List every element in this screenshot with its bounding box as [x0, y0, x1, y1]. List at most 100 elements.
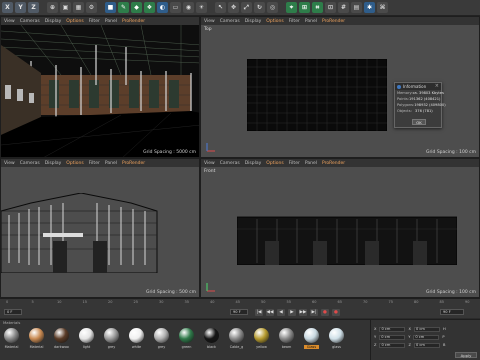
menu-view[interactable]: View	[204, 161, 215, 166]
menu-display[interactable]: Display	[45, 19, 62, 24]
play-button[interactable]: ▶	[288, 308, 296, 316]
start-frame-field[interactable]: 0 F	[4, 309, 22, 315]
grid-spacing-label: Grid Spacing : 500 cm	[145, 290, 196, 295]
perspective-viewport[interactable]: View Cameras Display Options Filter Pane…	[0, 16, 200, 158]
menu-display[interactable]: Display	[245, 19, 262, 24]
axis-z-toggle[interactable]: Z	[28, 2, 39, 13]
menu-cameras[interactable]: Cameras	[20, 161, 40, 166]
menu-filter[interactable]: Filter	[289, 161, 300, 166]
material-swatch[interactable]: beam	[279, 328, 294, 349]
render-settings-icon[interactable]: ⚙	[86, 2, 97, 13]
menu-view[interactable]: View	[4, 161, 15, 166]
current-frame-field[interactable]: 90 F	[440, 309, 464, 315]
size-x-field[interactable]: 0 cm	[413, 326, 440, 332]
close-icon[interactable]: ×	[435, 83, 439, 90]
menu-prorender[interactable]: ProRender	[322, 19, 345, 24]
menu-options[interactable]: Options	[266, 161, 283, 166]
menu-panel[interactable]: Panel	[305, 19, 317, 24]
camera-icon[interactable]: ◉	[183, 2, 194, 13]
axis-x-toggle[interactable]: X	[2, 2, 13, 13]
menu-prorender[interactable]: ProRender	[122, 19, 145, 24]
menu-cameras[interactable]: Cameras	[20, 19, 40, 24]
timeline-tick: 35	[184, 300, 189, 304]
menu-filter[interactable]: Filter	[289, 19, 300, 24]
light-icon[interactable]: ☀	[196, 2, 207, 13]
python-icon[interactable]: ⌘	[377, 2, 388, 13]
material-swatch[interactable]: grey	[104, 328, 119, 349]
move-icon[interactable]: ✥	[228, 2, 239, 13]
deformer-icon[interactable]: ◐	[157, 2, 168, 13]
autokey-button[interactable]: ●	[332, 308, 340, 316]
pen-icon[interactable]: ✎	[118, 2, 129, 13]
menu-filter[interactable]: Filter	[89, 19, 100, 24]
floor-icon[interactable]: ▭	[170, 2, 181, 13]
menu-options[interactable]: Options	[66, 161, 83, 166]
apply-button[interactable]: Apply	[455, 352, 477, 358]
position-x-field[interactable]: 0 cm	[379, 326, 406, 332]
select-icon[interactable]: ↖	[215, 2, 226, 13]
timeline-tick: 70	[363, 300, 368, 304]
menu-options[interactable]: Options	[66, 19, 83, 24]
rotate-icon[interactable]: ↻	[254, 2, 265, 13]
menu-view[interactable]: View	[4, 19, 15, 24]
timeline[interactable]: 0 5 10 15 20 25 30 35 40 45 50 55 60 65 70 75 80 85 90 0 F…	[0, 298, 480, 318]
position-z-field[interactable]: 0 cm	[379, 342, 406, 348]
right-viewport[interactable]: View Cameras Display Options Filter Pane…	[0, 158, 200, 298]
subdivide-icon[interactable]: ◆	[131, 2, 142, 13]
material-swatch[interactable]: grey	[154, 328, 169, 349]
material-swatch[interactable]: Cable_g	[229, 328, 244, 349]
timeline-ruler[interactable]: 0 5 10 15 20 25 30 35 40 45 50 55 60 65 70 75 80 85 90	[0, 299, 480, 307]
axis-y-toggle[interactable]: Y	[15, 2, 26, 13]
next-key-button[interactable]: ▶▶	[299, 308, 307, 316]
axis-gizmo-icon	[206, 143, 215, 152]
size-y-field[interactable]: 0 cm	[413, 334, 440, 340]
material-swatch[interactable]: yellow	[254, 328, 269, 349]
lock-icon[interactable]: ⊡	[325, 2, 336, 13]
previous-frame-button[interactable]: ◀	[277, 308, 285, 316]
script-icon[interactable]: ✱	[364, 2, 375, 13]
menu-cameras[interactable]: Cameras	[220, 19, 240, 24]
menu-prorender[interactable]: ProRender	[322, 161, 345, 166]
material-swatch[interactable]: black	[204, 328, 219, 349]
workplane-icon[interactable]: ⊞	[299, 2, 310, 13]
go-to-start-button[interactable]: |◀	[255, 308, 263, 316]
layout-icon[interactable]: ▤	[351, 2, 362, 13]
material-swatch[interactable]: Material	[29, 328, 44, 349]
material-swatch[interactable]: green	[179, 328, 194, 349]
render-picture-icon[interactable]: ▦	[73, 2, 84, 13]
menu-panel[interactable]: Panel	[305, 161, 317, 166]
position-y-field[interactable]: 0 cm	[379, 334, 406, 340]
material-swatch[interactable]: Material	[4, 328, 19, 349]
coordinate-system-icon[interactable]: ⊕	[47, 2, 58, 13]
array-icon[interactable]: ❖	[144, 2, 155, 13]
menu-display[interactable]: Display	[245, 161, 262, 166]
previous-key-button[interactable]: ◀◀	[266, 308, 274, 316]
live-select-icon[interactable]: ◎	[267, 2, 278, 13]
size-z-field[interactable]: 0 cm	[413, 342, 440, 348]
material-swatch[interactable]: white	[129, 328, 144, 349]
ok-button[interactable]: OK	[412, 119, 426, 125]
snap-icon[interactable]: ⌖	[286, 2, 297, 13]
menu-filter[interactable]: Filter	[89, 161, 100, 166]
go-to-end-button[interactable]: ▶|	[310, 308, 318, 316]
front-viewport[interactable]: View Cameras Display Options Filter Pane…	[200, 158, 480, 298]
end-frame-field[interactable]: 90 F	[230, 309, 248, 315]
material-swatch[interactable]: Glass	[304, 328, 319, 349]
cube-icon[interactable]: ■	[105, 2, 116, 13]
menu-display[interactable]: Display	[45, 161, 62, 166]
menu-view[interactable]: View	[204, 19, 215, 24]
material-swatch[interactable]: light	[79, 328, 94, 349]
material-swatch[interactable]: glass	[329, 328, 344, 349]
menu-prorender[interactable]: ProRender	[122, 161, 145, 166]
menu-panel[interactable]: Panel	[105, 161, 117, 166]
menu-cameras[interactable]: Cameras	[220, 161, 240, 166]
record-button[interactable]: ●	[321, 308, 329, 316]
scale-icon[interactable]: ⤢	[241, 2, 252, 13]
render-view-icon[interactable]: ▣	[60, 2, 71, 13]
menu-options[interactable]: Options	[266, 19, 283, 24]
material-preview-icon	[304, 328, 319, 343]
menu-panel[interactable]: Panel	[105, 19, 117, 24]
material-swatch[interactable]: darkwood	[54, 328, 69, 349]
grid-icon[interactable]: #	[338, 2, 349, 13]
axis-lock-icon[interactable]: ⌗	[312, 2, 323, 13]
